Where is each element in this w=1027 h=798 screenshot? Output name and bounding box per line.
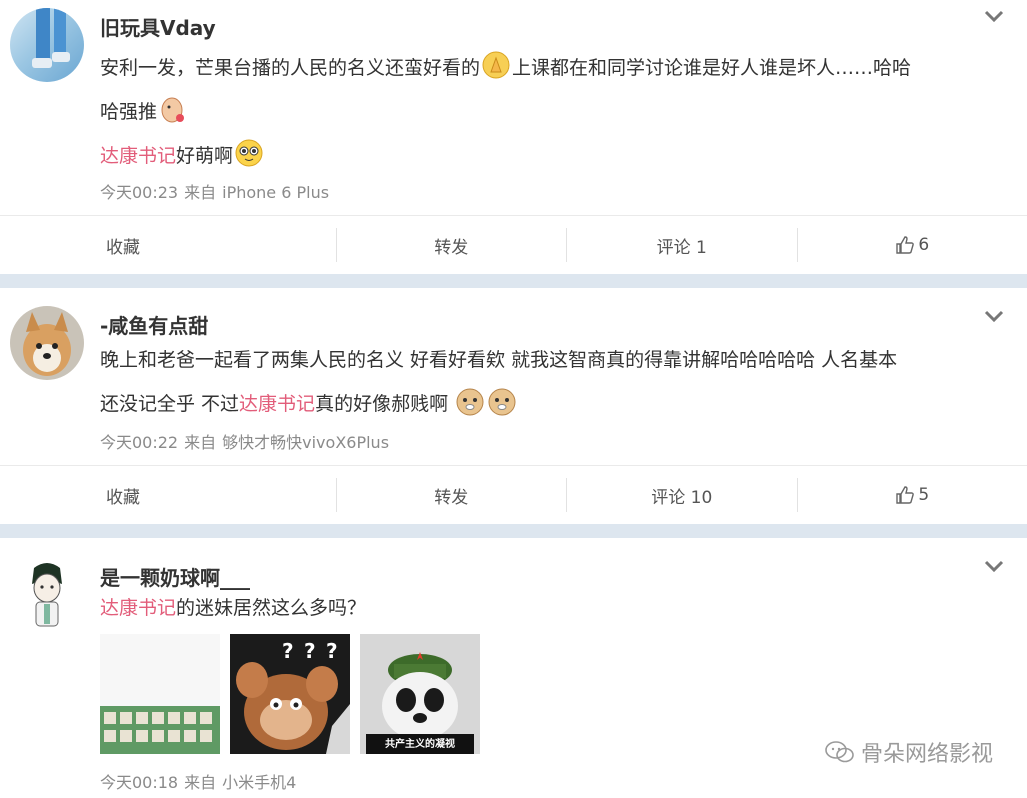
collect-button[interactable]: 收藏 <box>0 478 337 512</box>
chevron-down-icon[interactable] <box>983 558 1005 574</box>
action-bar: 收藏 转发 评论 1 6 <box>0 215 1027 274</box>
source-device[interactable]: iPhone 6 Plus <box>222 183 329 202</box>
text-segment: 好萌啊 <box>176 145 234 167</box>
post-card: -咸鱼有点甜 晚上和老爸一起看了两集人民的名义 好看好看欸 就我这智商真的得靠讲… <box>0 288 1027 524</box>
svg-text:?: ? <box>282 639 294 663</box>
avatar[interactable] <box>10 8 84 82</box>
like-button[interactable]: 6 <box>798 228 1027 262</box>
chevron-down-icon[interactable] <box>983 308 1005 324</box>
like-button[interactable]: 5 <box>798 478 1027 512</box>
image-grid: ? ? ? 共产主义的凝视 <box>100 634 480 754</box>
post-text: 安利一发，芒果台播的人民的名义还蛮好看的 上课都在和同学讨论谁是好人谁是坏人……哈… <box>100 46 1003 178</box>
text-segment: 晚上和老爸一起看了两集人民的名义 好看好看欸 就我这智商真的得靠讲解哈哈哈哈哈 … <box>100 349 898 371</box>
cute-face-emoji-icon <box>235 139 263 167</box>
timestamp: 今天00:23 <box>100 183 179 202</box>
post-card: 旧玩具Vday 安利一发，芒果台播的人民的名义还蛮好看的 上课都在和同学讨论谁是好… <box>0 0 1027 274</box>
collect-label: 收藏 <box>106 487 140 508</box>
thumbs-up-icon <box>896 486 915 504</box>
text-segment: 还没记全乎 不过 <box>100 393 240 415</box>
avatar[interactable] <box>10 306 84 380</box>
text-segment: 上课都在和同学讨论谁是好人谁是坏人……哈哈 <box>512 57 912 79</box>
attached-image-screenshot[interactable] <box>100 634 220 754</box>
comment-label: 评论 10 <box>651 487 713 508</box>
attached-image-jerry[interactable]: ? ? ? <box>230 634 350 754</box>
screenshot-thumbnail <box>100 634 220 754</box>
repost-label: 转发 <box>434 487 469 508</box>
svg-text:?: ? <box>326 639 338 663</box>
repost-label: 转发 <box>434 237 469 258</box>
text-segment: 哈强推 <box>100 101 158 123</box>
text-segment: 的迷妹居然这么多吗？ <box>176 597 367 619</box>
collect-button[interactable]: 收藏 <box>0 228 337 262</box>
doll-emoji-icon <box>161 97 185 123</box>
doge-emoji-icon <box>456 388 484 416</box>
avatar-image <box>23 312 71 376</box>
like-count: 5 <box>918 485 930 505</box>
mention-link[interactable]: 达康书记 <box>100 145 176 167</box>
like-count: 6 <box>918 235 930 255</box>
comment-button[interactable]: 评论 1 <box>567 228 798 262</box>
pray-emoji-icon <box>482 51 510 79</box>
source-prefix: 来自 <box>184 433 217 452</box>
action-bar: 收藏 转发 评论 10 5 <box>0 465 1027 524</box>
timestamp: 今天00:18 <box>100 773 179 792</box>
username[interactable]: -咸鱼有点甜 <box>100 310 208 339</box>
source-device[interactable]: 够快才畅快vivoX6Plus <box>222 433 389 452</box>
post-meta: 今天00:22 来自 够快才畅快vivoX6Plus <box>100 429 395 453</box>
text-segment: 安利一发，芒果台播的人民的名义还蛮好看的 <box>100 57 481 79</box>
mention-link[interactable]: 达康书记 <box>239 393 315 415</box>
repost-button[interactable]: 转发 <box>337 478 567 512</box>
image-caption: 共产主义的凝视 <box>385 739 455 750</box>
repost-button[interactable]: 转发 <box>337 228 567 262</box>
wechat-icon <box>825 741 854 763</box>
watermark-text: 骨朵网络影视 <box>860 742 993 767</box>
svg-text:?: ? <box>304 639 316 663</box>
watermark: 骨朵网络影视 <box>825 736 993 768</box>
post-meta: 今天00:23 来自 iPhone 6 Plus <box>100 179 335 203</box>
jerry-meme-thumbnail: ? ? ? <box>236 639 350 754</box>
source-device[interactable]: 小米手机4 <box>222 773 296 792</box>
avatar-image <box>32 563 62 627</box>
source-prefix: 来自 <box>184 183 217 202</box>
post-text: 达康书记的迷妹居然这么多吗？ <box>100 586 1003 630</box>
post-separator <box>0 524 1027 538</box>
post-text: 晚上和老爸一起看了两集人民的名义 好看好看欸 就我这智商真的得靠讲解哈哈哈哈哈 … <box>100 338 1003 426</box>
thumbs-up-icon <box>896 236 915 254</box>
chevron-down-icon[interactable] <box>983 8 1005 24</box>
comment-label: 评论 1 <box>656 237 707 258</box>
post-meta: 今天00:18 来自 小米手机4 <box>100 769 302 793</box>
doge-emoji-icon <box>488 388 516 416</box>
comment-button[interactable]: 评论 10 <box>567 478 798 512</box>
username[interactable]: 旧玩具Vday <box>100 12 216 41</box>
mention-link[interactable]: 达康书记 <box>100 597 176 619</box>
collect-label: 收藏 <box>106 237 140 258</box>
avatar-image <box>32 8 70 68</box>
attached-image-panda[interactable]: 共产主义的凝视 <box>360 634 480 754</box>
timestamp: 今天00:22 <box>100 433 179 452</box>
post-separator <box>0 274 1027 288</box>
source-prefix: 来自 <box>184 773 217 792</box>
text-segment: 真的好像郝贱啊 <box>315 393 449 415</box>
avatar[interactable] <box>10 556 84 630</box>
